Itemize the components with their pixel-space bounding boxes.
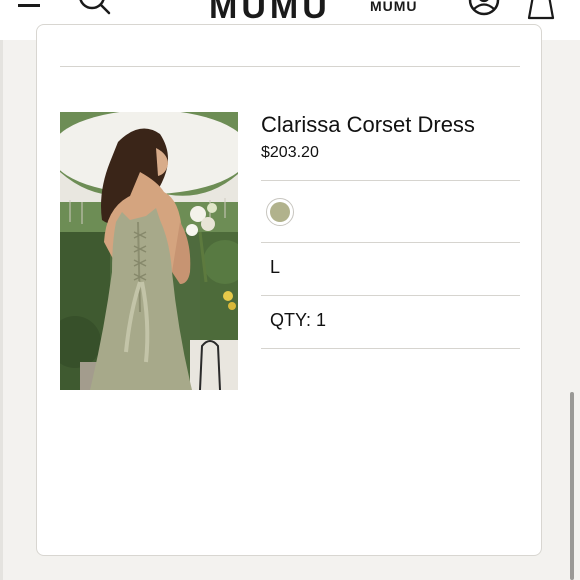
divider	[261, 348, 520, 349]
search-icon[interactable]	[76, 0, 112, 18]
color-swatch-fill	[270, 202, 290, 222]
divider	[261, 180, 520, 181]
divider	[261, 295, 520, 296]
divider	[261, 242, 520, 243]
account-icon[interactable]	[466, 0, 502, 18]
size-value: L	[270, 257, 281, 277]
product-price: $203.20	[261, 144, 319, 161]
product-name[interactable]: Clarissa Corset Dress	[261, 112, 475, 138]
brand-logo[interactable]: MUMU	[209, 0, 331, 27]
divider	[60, 66, 520, 67]
color-swatch[interactable]	[266, 198, 294, 226]
qty-label: QTY:	[270, 310, 312, 330]
qty-value: 1	[316, 310, 327, 330]
scrollbar-thumb[interactable]	[570, 392, 574, 580]
bag-icon[interactable]	[524, 0, 558, 20]
menu-icon[interactable]	[18, 4, 40, 14]
brand-logo-small[interactable]: MUMU	[370, 0, 418, 14]
quantity: QTY: 1	[270, 310, 326, 331]
left-edge	[0, 40, 3, 580]
page: MUMU MUMU Clarissa Corset Dress $203.20 …	[0, 0, 580, 580]
product-image[interactable]	[60, 112, 238, 390]
